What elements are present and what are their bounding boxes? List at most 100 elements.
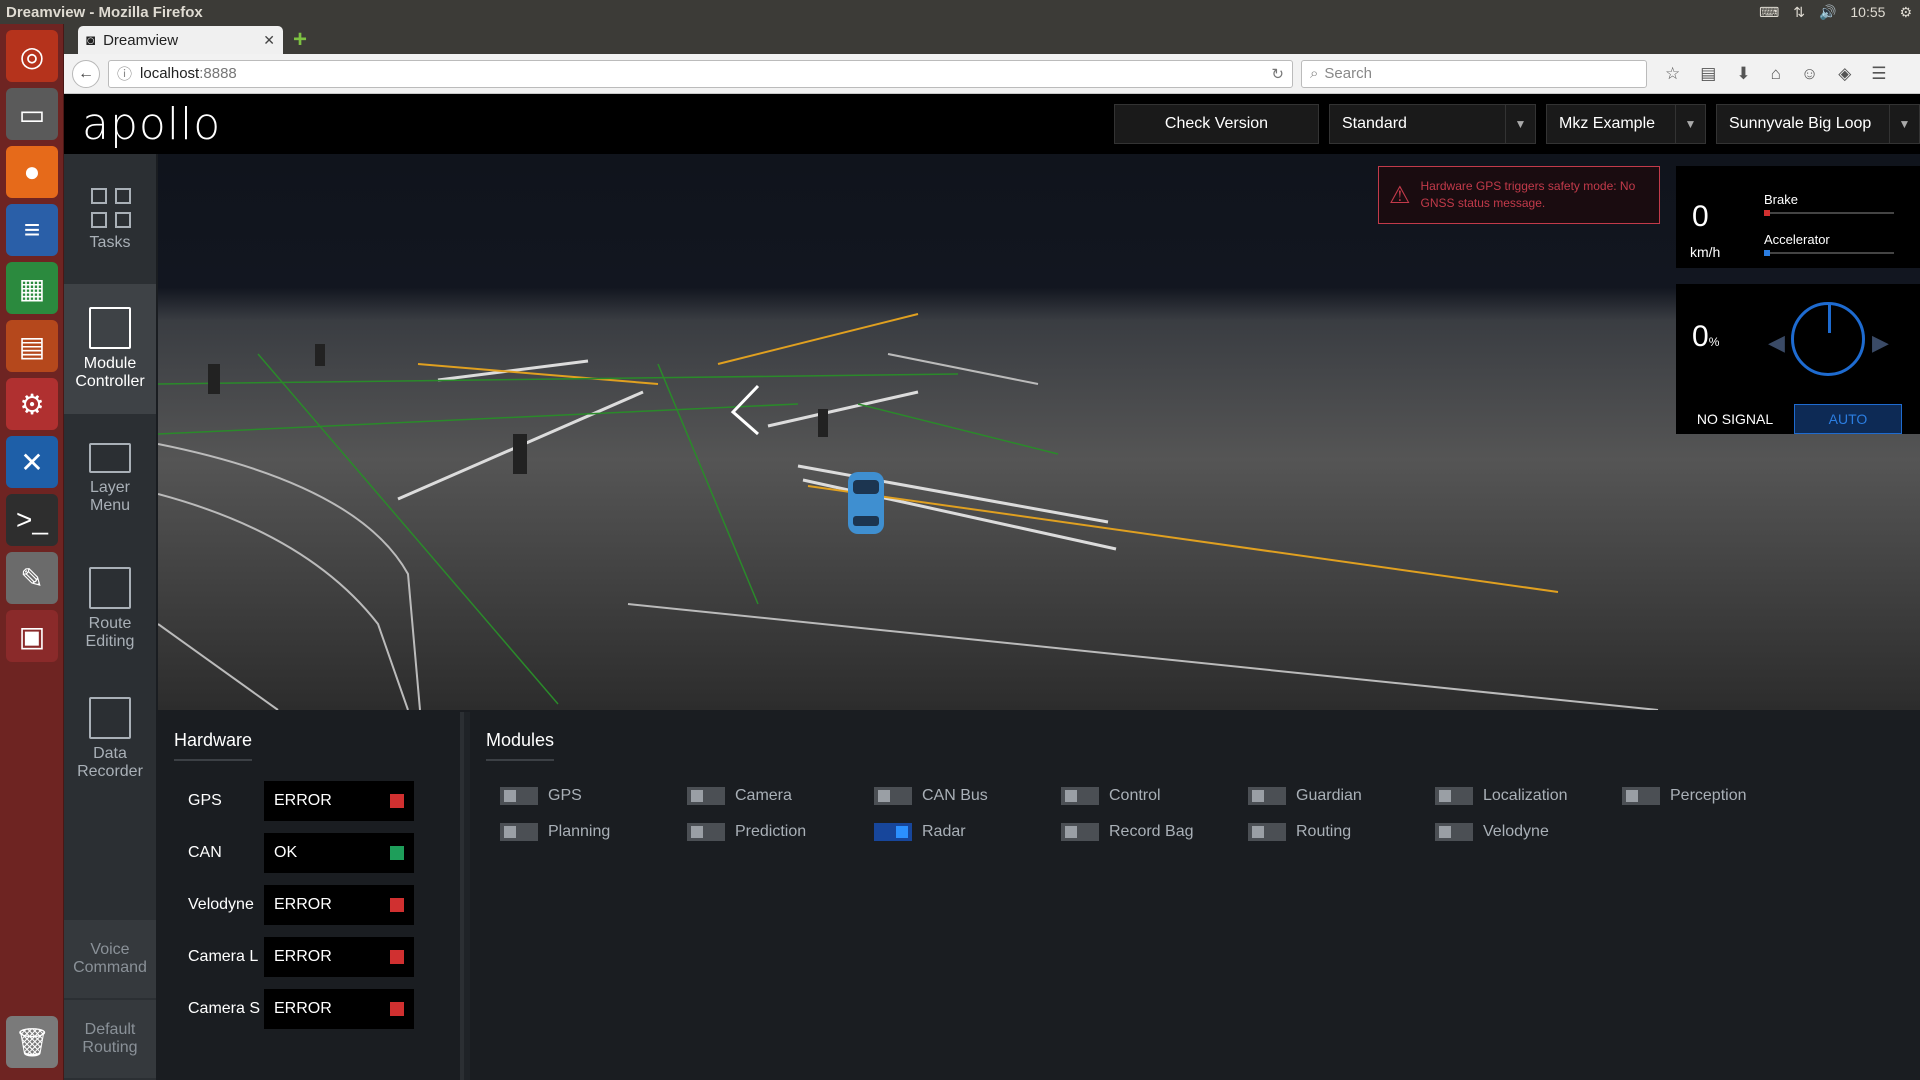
settings-gear-icon[interactable]: ⚙: [1899, 4, 1912, 21]
module-toggle[interactable]: Camera: [687, 787, 874, 805]
module-label: Planning: [548, 823, 611, 840]
status-indicator-icon: [390, 794, 404, 808]
module-toggle[interactable]: Planning: [500, 823, 687, 841]
modules-grid: GPS Camera CAN Bus Control Guardian Localizat…: [486, 787, 1904, 841]
url-bar[interactable]: ⓘ localhost:8888 ↻: [108, 59, 1293, 88]
impress-icon[interactable]: ▤: [6, 320, 58, 372]
firefox-icon[interactable]: ●: [6, 146, 58, 198]
back-button[interactable]: ←: [72, 59, 100, 88]
default-routing-button[interactable]: Default Routing: [64, 1000, 156, 1078]
map-value: Sunnyvale Big Loop: [1729, 115, 1872, 132]
check-version-button[interactable]: Check Version: [1114, 104, 1319, 144]
new-tab-button[interactable]: +: [293, 26, 307, 54]
speed-value: 0: [1692, 200, 1709, 233]
hardware-name: GPS: [188, 792, 222, 809]
text-editor-icon[interactable]: ✎: [6, 552, 58, 604]
toggle-switch[interactable]: [1435, 787, 1473, 805]
accelerator-bar: [1764, 250, 1894, 256]
tab-dreamview[interactable]: ◙ Dreamview ✕: [78, 26, 283, 54]
tab-strip: ◙ Dreamview ✕ +: [64, 24, 1920, 54]
module-toggle[interactable]: Perception: [1622, 787, 1809, 805]
nav-route-editing[interactable]: Route Editing: [64, 544, 156, 674]
toggle-switch[interactable]: [1061, 787, 1099, 805]
hardware-status-text: OK: [274, 844, 298, 861]
ubuntu-dash-icon[interactable]: ◎: [6, 30, 58, 82]
trash-icon[interactable]: 🗑: [6, 1016, 58, 1068]
module-toggle[interactable]: Radar: [874, 823, 1061, 841]
clock[interactable]: 10:55: [1850, 4, 1885, 20]
hardware-name: Camera L: [188, 948, 259, 965]
driving-mode: AUTO: [1794, 404, 1902, 434]
calc-icon[interactable]: ▦: [6, 262, 58, 314]
nav-data-recorder[interactable]: Data Recorder: [64, 674, 156, 804]
toggle-switch[interactable]: [1248, 823, 1286, 841]
network-icon[interactable]: ⇅: [1793, 4, 1805, 21]
info-icon[interactable]: ⓘ: [117, 63, 132, 84]
workspace-switcher-icon[interactable]: ▣: [6, 610, 58, 662]
system-settings-icon[interactable]: ⚙: [6, 378, 58, 430]
volume-icon[interactable]: 🔊: [1819, 4, 1836, 21]
toggle-switch[interactable]: [1622, 787, 1660, 805]
map-select[interactable]: Sunnyvale Big Loop ▼: [1716, 104, 1920, 144]
brake-label: Brake: [1764, 192, 1798, 207]
module-label: CAN Bus: [922, 787, 988, 804]
speed-unit: km/h: [1690, 244, 1721, 260]
close-tab-icon[interactable]: ✕: [263, 32, 275, 49]
module-toggle[interactable]: Guardian: [1248, 787, 1435, 805]
toggle-switch[interactable]: [500, 787, 538, 805]
toggle-switch[interactable]: [500, 823, 538, 841]
hardware-list: GPS ERROR CAN OK Velodyne ERROR Camera L ERROR C…: [174, 781, 444, 1029]
hardware-name: CAN: [188, 844, 222, 861]
nav-module-controller[interactable]: Module Controller: [64, 284, 156, 414]
keyboard-icon[interactable]: ⌨: [1759, 4, 1779, 21]
nav-tasks-label: Tasks: [89, 234, 131, 251]
search-bar[interactable]: ⌕ Search: [1301, 59, 1647, 88]
toggle-switch[interactable]: [1435, 823, 1473, 841]
terminal-icon[interactable]: >_: [6, 494, 58, 546]
home-icon[interactable]: ⌂: [1771, 64, 1781, 84]
toggle-switch[interactable]: [1248, 787, 1286, 805]
writer-icon[interactable]: ≡: [6, 204, 58, 256]
bottom-panels: Hardware GPS ERROR CAN OK Velodyne ERROR Camer…: [158, 712, 1920, 1080]
favicon-icon: ◙: [86, 31, 96, 49]
vehicle-select[interactable]: Mkz Example ▼: [1546, 104, 1706, 144]
mode-select[interactable]: Standard ▼: [1329, 104, 1536, 144]
module-toggle[interactable]: Localization: [1435, 787, 1622, 805]
signal-status: NO SIGNAL: [1696, 411, 1774, 427]
module-toggle[interactable]: Record Bag: [1061, 823, 1248, 841]
module-toggle[interactable]: Control: [1061, 787, 1248, 805]
module-toggle[interactable]: Prediction: [687, 823, 874, 841]
reload-icon[interactable]: ↻: [1271, 65, 1284, 83]
toggle-switch[interactable]: [687, 823, 725, 841]
chat-icon[interactable]: ☺: [1801, 64, 1818, 84]
toggle-switch[interactable]: [874, 787, 912, 805]
files-icon[interactable]: ▭: [6, 88, 58, 140]
nav-layer-menu[interactable]: Layer Menu: [64, 414, 156, 544]
pocket-icon[interactable]: ◈: [1838, 64, 1851, 84]
toolbar-icons: ☆ ▤ ⬇ ⌂ ☺ ◈ ☰: [1665, 64, 1887, 84]
library-icon[interactable]: ▤: [1700, 64, 1716, 84]
toggle-switch[interactable]: [874, 823, 912, 841]
nav-tasks[interactable]: Tasks: [64, 154, 156, 284]
menu-icon[interactable]: ☰: [1871, 64, 1886, 84]
bookmark-star-icon[interactable]: ☆: [1665, 64, 1680, 84]
module-toggle[interactable]: Routing: [1248, 823, 1435, 841]
left-turn-signal-icon: ◀: [1768, 330, 1785, 355]
downloads-icon[interactable]: ⬇: [1736, 64, 1750, 84]
voice-command-button[interactable]: Voice Command: [64, 920, 156, 998]
safety-alert: ⚠ Hardware GPS triggers safety mode: No …: [1378, 166, 1660, 224]
accelerator-label: Accelerator: [1764, 232, 1830, 247]
layer-menu-icon: [89, 443, 131, 473]
percent-sign: %: [1708, 335, 1720, 349]
status-indicator-icon: [390, 1002, 404, 1016]
module-toggle[interactable]: GPS: [500, 787, 687, 805]
map-scene[interactable]: ⚠ Hardware GPS triggers safety mode: No …: [158, 154, 1920, 710]
toggle-switch[interactable]: [1061, 823, 1099, 841]
mode-value: Standard: [1342, 115, 1407, 132]
toggle-switch[interactable]: [687, 787, 725, 805]
module-toggle[interactable]: Velodyne: [1435, 823, 1622, 841]
status-indicator-icon: [390, 950, 404, 964]
vscode-icon[interactable]: ✕: [6, 436, 58, 488]
url-host: localhost: [140, 65, 200, 82]
module-toggle[interactable]: CAN Bus: [874, 787, 1061, 805]
